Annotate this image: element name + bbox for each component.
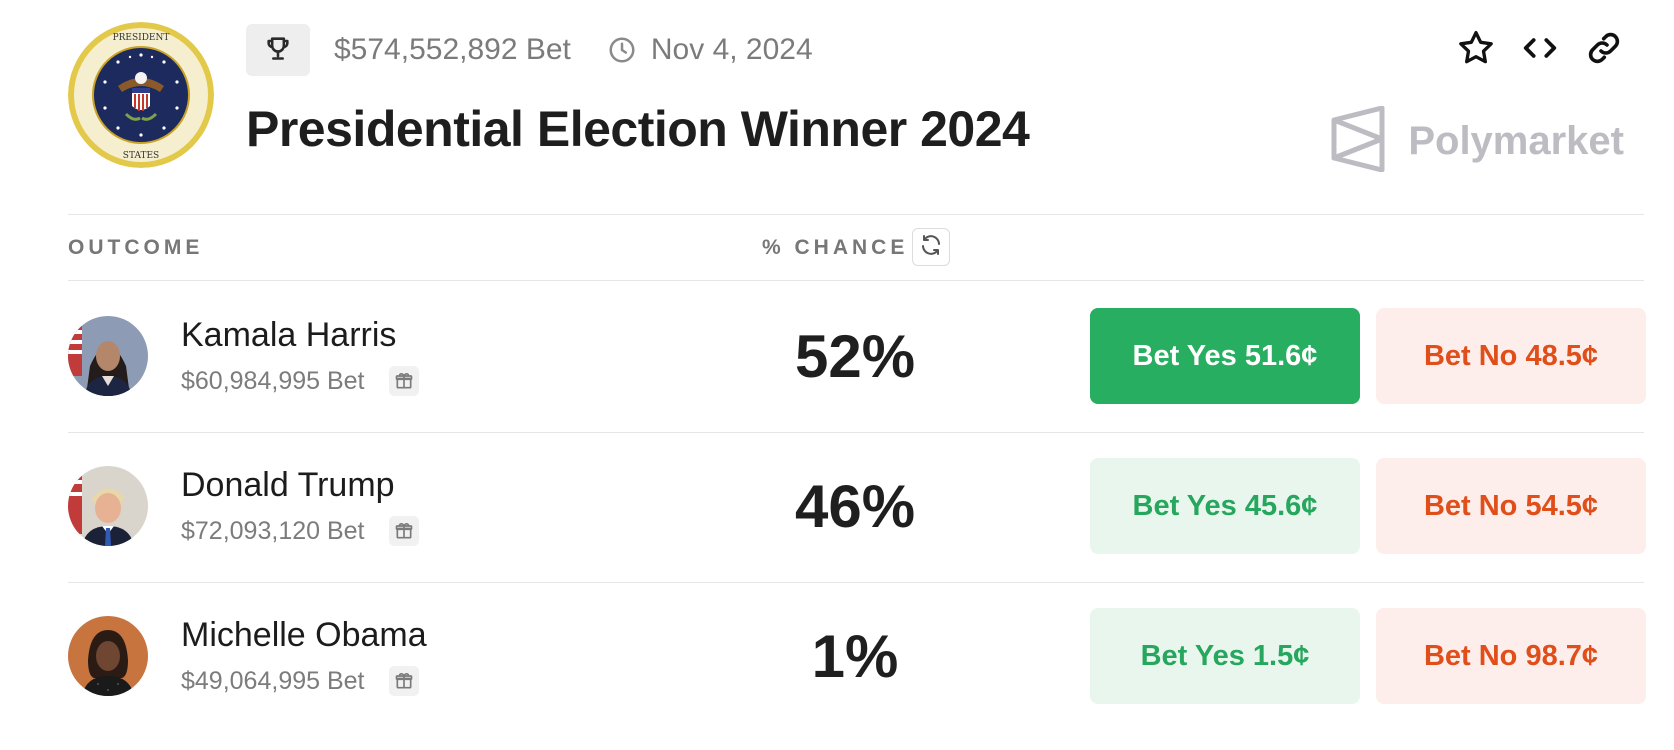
gift-icon[interactable]	[388, 666, 419, 696]
divider	[68, 280, 1644, 281]
chance-value: 1%	[811, 623, 899, 690]
bet-no-button[interactable]: Bet No 54.5¢	[1376, 458, 1646, 554]
brand-name: Polymarket	[1408, 119, 1624, 163]
outcome-row-michelle-obama: Michelle Obama $49,064,995 Bet 1% Bet Ye…	[0, 582, 1674, 732]
outcome-meta: $49,064,995 Bet	[181, 666, 419, 696]
page-title: Presidential Election Winner 2024	[246, 101, 1030, 157]
clock-icon	[607, 35, 637, 65]
polymarket-logo-icon	[1330, 105, 1386, 177]
polymarket-brand[interactable]: Polymarket	[1330, 105, 1624, 177]
bet-no-button[interactable]: Bet No 48.5¢	[1376, 308, 1646, 404]
chance-value: 52%	[794, 323, 916, 390]
outcome-bet-volume: $60,984,995 Bet	[181, 366, 365, 395]
chance-column-header: % CHANCE	[762, 236, 909, 259]
trophy-badge	[246, 24, 310, 76]
outcome-name: Kamala Harris	[181, 316, 397, 354]
refresh-icon	[919, 233, 943, 262]
outcome-name: Michelle Obama	[181, 616, 427, 654]
outcome-row-donald-trump: Donald Trump $72,093,120 Bet 46% Bet Yes…	[0, 432, 1674, 582]
svg-text:STATES: STATES	[123, 151, 159, 161]
embed-code-icon[interactable]	[1520, 28, 1560, 68]
action-toolbar	[1456, 28, 1624, 68]
divider	[68, 214, 1644, 215]
total-bet-volume: $574,552,892 Bet	[334, 33, 571, 66]
star-icon[interactable]	[1456, 28, 1496, 68]
outcome-row-kamala-harris: Kamala Harris $60,984,995 Bet 52% Bet Ye…	[0, 282, 1674, 432]
svg-text:PRESIDENT: PRESIDENT	[113, 33, 170, 43]
bet-yes-button[interactable]: Bet Yes 45.6¢	[1090, 458, 1360, 554]
bet-no-button[interactable]: Bet No 98.7¢	[1376, 608, 1646, 704]
outcome-meta: $72,093,120 Bet	[181, 516, 419, 546]
gift-icon[interactable]	[388, 366, 419, 396]
outcome-name: Donald Trump	[181, 466, 395, 504]
end-date: Nov 4, 2024	[650, 33, 813, 66]
market-meta: $574,552,892 Bet Nov 4, 2024	[246, 24, 813, 76]
bet-yes-button[interactable]: Bet Yes 51.6¢	[1090, 308, 1360, 404]
outcome-bet-volume: $49,064,995 Bet	[181, 666, 365, 695]
outcome-column-header: OUTCOME	[68, 236, 204, 259]
outcome-bet-volume: $72,093,120 Bet	[181, 516, 365, 545]
presidential-seal-image: PRESIDENT STATES	[68, 22, 214, 168]
avatar	[68, 616, 148, 696]
avatar	[68, 466, 148, 546]
bet-yes-button[interactable]: Bet Yes 1.5¢	[1090, 608, 1360, 704]
avatar	[68, 316, 148, 396]
chance-value: 46%	[794, 473, 916, 540]
outcome-meta: $60,984,995 Bet	[181, 366, 419, 396]
refresh-button[interactable]	[912, 228, 950, 266]
link-icon[interactable]	[1584, 28, 1624, 68]
trophy-icon	[264, 34, 292, 67]
gift-icon[interactable]	[388, 516, 419, 546]
